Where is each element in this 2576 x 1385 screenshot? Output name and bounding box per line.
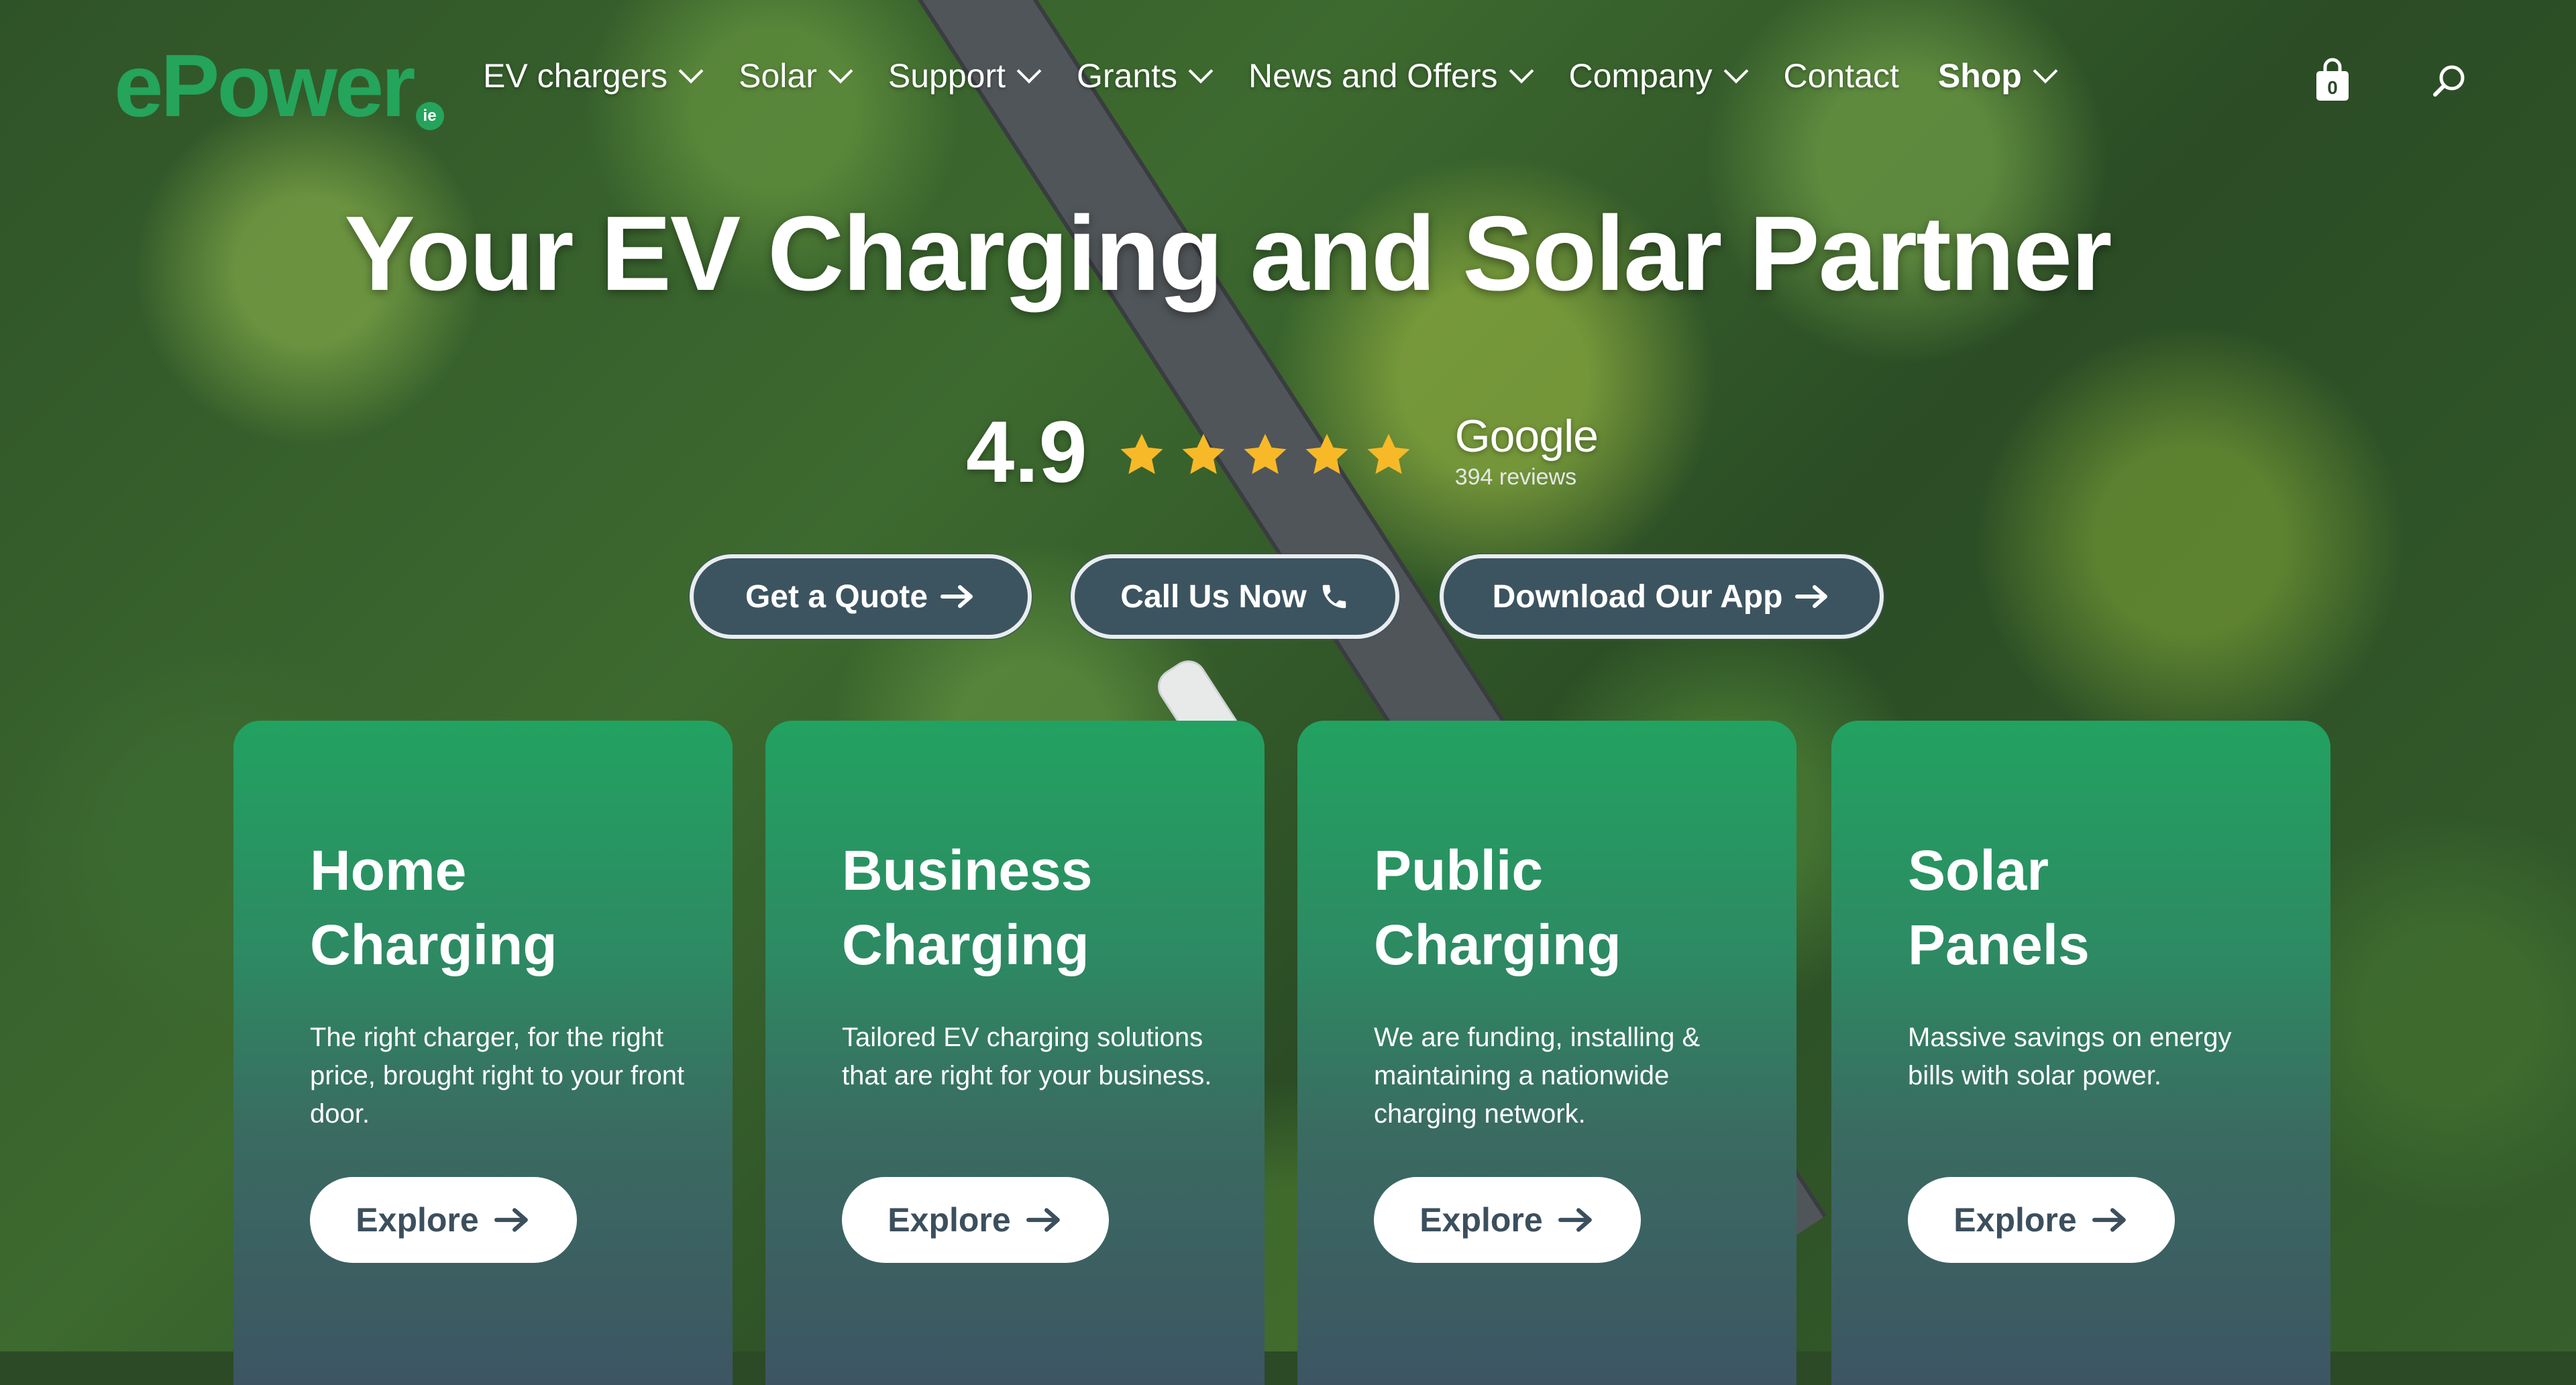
- card-title: Home Charging: [310, 833, 686, 982]
- button-label: Get a Quote: [745, 578, 928, 615]
- card-title: Business Charging: [842, 833, 1218, 982]
- chevron-down-icon: [678, 58, 704, 84]
- nav-label: Grants: [1076, 57, 1178, 95]
- star-icon: [1367, 433, 1410, 474]
- review-count: 394 reviews: [1454, 464, 1577, 490]
- download-our-app-button[interactable]: Download Our App: [1440, 554, 1884, 639]
- card-title-line: Solar: [1908, 839, 2049, 902]
- card-description: The right charger, for the right price, …: [310, 1023, 685, 1129]
- explore-button[interactable]: Explore: [1908, 1177, 2175, 1263]
- nav-item-support[interactable]: Support: [888, 56, 1042, 95]
- arrow-right-icon: [1795, 585, 1828, 608]
- arrow-right-icon: [941, 585, 973, 608]
- rating-stars: [1117, 430, 1413, 480]
- nav-label: Company: [1568, 57, 1713, 95]
- rating-value: 4.9: [966, 403, 1087, 501]
- nav-label: Support: [888, 57, 1006, 95]
- search-icon[interactable]: [2432, 63, 2467, 98]
- google-reviews-block: Google 394 reviews: [1454, 410, 1599, 491]
- nav-item-shop[interactable]: Shop: [1937, 56, 2058, 95]
- chevron-down-icon: [828, 58, 853, 84]
- epower-logo[interactable]: ePower ie: [114, 42, 444, 130]
- get-a-quote-button[interactable]: Get a Quote: [690, 554, 1032, 639]
- nav-item-company[interactable]: Company: [1568, 56, 1748, 95]
- chevron-down-icon: [1723, 58, 1748, 84]
- explore-button[interactable]: Explore: [310, 1177, 577, 1263]
- google-rating[interactable]: 4.9 Google 394 reviews: [966, 401, 1599, 502]
- google-wordmark: Google: [1454, 410, 1599, 462]
- arrow-right-icon: [1558, 1208, 1592, 1232]
- hero-title: Your EV Charging and Solar Partner: [344, 195, 2112, 313]
- button-label: Call Us Now: [1120, 578, 1307, 615]
- nav-label: EV chargers: [483, 57, 668, 95]
- arrow-right-icon: [494, 1208, 528, 1232]
- card-home-charging[interactable]: Home Charging The right charger, for the …: [233, 721, 733, 1385]
- card-title-line: Home: [310, 839, 467, 902]
- card-title: Solar Panels: [1908, 833, 2284, 982]
- nav-item-news-and-offers[interactable]: News and Offers: [1248, 56, 1534, 95]
- explore-button[interactable]: Explore: [842, 1177, 1109, 1263]
- card-solar-panels[interactable]: Solar Panels Massive savings on energy bi…: [1831, 721, 2330, 1385]
- card-description: Tailored EV charging solutions that are …: [842, 1023, 1212, 1090]
- nav-label: Contact: [1783, 57, 1899, 95]
- card-title-line: Charging: [1374, 913, 1621, 976]
- star-icon: [1305, 433, 1348, 474]
- button-label: Explore: [888, 1201, 1011, 1239]
- phone-icon: [1322, 584, 1346, 609]
- button-label: Download Our App: [1492, 578, 1783, 615]
- button-label: Explore: [356, 1201, 479, 1239]
- nav-item-ev-chargers[interactable]: EV chargers: [483, 56, 704, 95]
- button-label: Explore: [1953, 1201, 2077, 1239]
- card-business-charging[interactable]: Business Charging Tailored EV charging so…: [765, 721, 1265, 1385]
- star-icon: [1182, 433, 1225, 474]
- star-icon: [1120, 433, 1163, 474]
- nav-item-contact[interactable]: Contact: [1784, 56, 1899, 95]
- nav-item-solar[interactable]: Solar: [739, 56, 853, 95]
- card-title-line: Public: [1374, 839, 1544, 902]
- arrow-right-icon: [2092, 1208, 2126, 1232]
- card-description: Massive savings on energy bills with sol…: [1908, 1023, 2232, 1090]
- shopping-bag-icon[interactable]: 0: [2314, 58, 2351, 102]
- explore-button[interactable]: Explore: [1374, 1177, 1641, 1263]
- logo-text: ePower: [114, 36, 416, 135]
- nav-item-grants[interactable]: Grants: [1076, 56, 1214, 95]
- card-title-line: Charging: [310, 913, 557, 976]
- card-title-line: Charging: [842, 913, 1089, 976]
- chevron-down-icon: [1188, 58, 1214, 84]
- nav-label: Shop: [1937, 57, 2022, 95]
- chevron-down-icon: [1016, 58, 1042, 84]
- nav-label: Solar: [739, 57, 817, 95]
- card-description: We are funding, installing & maintaining…: [1374, 1023, 1701, 1129]
- cart-count: 0: [2327, 77, 2338, 98]
- card-title-line: Panels: [1908, 913, 2090, 976]
- card-public-charging[interactable]: Public Charging We are funding, installin…: [1297, 721, 1796, 1385]
- logo-ie-badge: ie: [415, 102, 444, 130]
- nav-label: News and Offers: [1248, 57, 1498, 95]
- main-nav: EV chargers Solar Support Grants News an…: [483, 56, 2093, 95]
- card-title: Public Charging: [1374, 833, 1750, 982]
- chevron-down-icon: [1509, 58, 1534, 84]
- arrow-right-icon: [1026, 1208, 1060, 1232]
- call-us-now-button[interactable]: Call Us Now: [1071, 554, 1399, 639]
- button-label: Explore: [1419, 1201, 1543, 1239]
- card-title-line: Business: [842, 839, 1093, 902]
- star-icon: [1244, 433, 1287, 474]
- chevron-down-icon: [2033, 58, 2058, 84]
